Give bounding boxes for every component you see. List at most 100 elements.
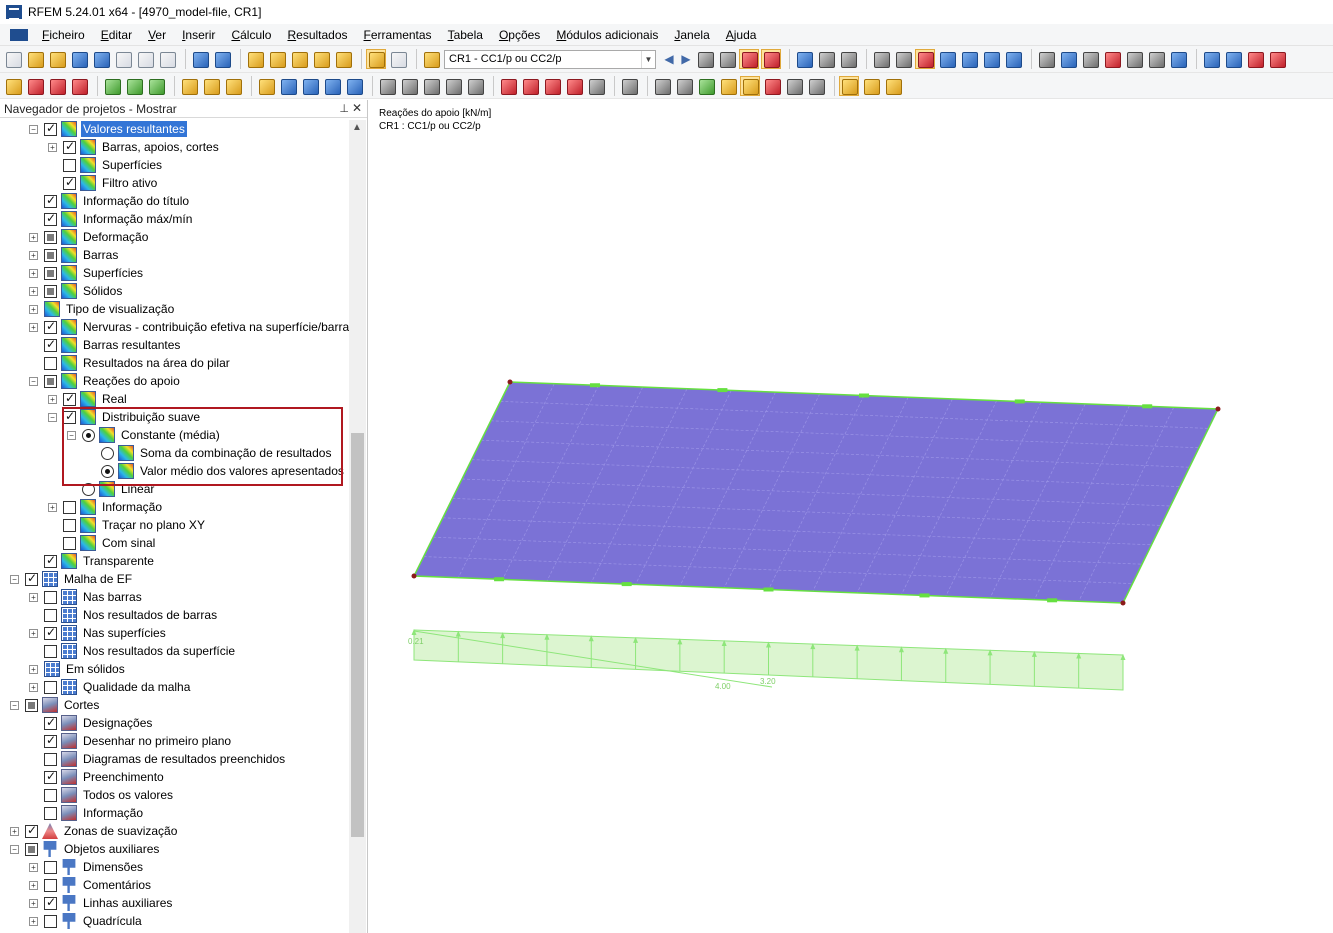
menu-janela[interactable]: Janela	[666, 28, 717, 42]
navigator-item[interactable]: + Qualidade da malha	[29, 678, 192, 696]
mesh-view-icon[interactable]	[872, 50, 890, 68]
table-icon[interactable]	[389, 50, 407, 68]
navigator-item[interactable]: Linear	[67, 480, 156, 498]
print-icon[interactable]	[114, 50, 132, 68]
checkbox[interactable]	[44, 644, 57, 658]
navigator-item[interactable]: Filtro ativo	[48, 174, 159, 192]
view-3d-icon[interactable]	[378, 77, 396, 95]
checkbox[interactable]	[25, 571, 38, 586]
navigator-item[interactable]: − Objetos auxiliares	[10, 840, 161, 858]
checkbox[interactable]	[44, 733, 57, 748]
print-pdf-icon[interactable]	[1268, 50, 1286, 68]
cross-icon[interactable]	[1103, 50, 1121, 68]
load-node-icon[interactable]	[103, 77, 121, 95]
menu-resultados[interactable]: Resultados	[279, 28, 355, 42]
scroll-up-icon[interactable]: ▲	[352, 122, 362, 133]
insert-support-icon[interactable]	[70, 77, 88, 95]
expand-icon[interactable]: +	[48, 502, 57, 512]
move-icon[interactable]	[257, 77, 275, 95]
radio-button[interactable]	[82, 482, 95, 496]
checkbox[interactable]	[44, 211, 57, 226]
checkbox[interactable]	[44, 860, 57, 874]
new-window-icon[interactable]	[334, 50, 352, 68]
insert-member-icon[interactable]	[48, 77, 66, 95]
expand-icon[interactable]: +	[29, 916, 38, 926]
navigator-scrollbar[interactable]: ▲	[349, 120, 366, 933]
navigator-item[interactable]: Soma da combinação de resultados	[86, 444, 333, 462]
expand-icon[interactable]: +	[29, 286, 38, 296]
navigator-item[interactable]: Designações	[29, 714, 154, 732]
pdf-icon[interactable]	[1246, 50, 1264, 68]
open-file-icon[interactable]	[26, 50, 44, 68]
zoom-window-icon[interactable]	[268, 50, 286, 68]
mirror-icon[interactable]	[323, 77, 341, 95]
checkbox[interactable]	[44, 356, 57, 370]
view-z-icon[interactable]	[444, 77, 462, 95]
navigator-item[interactable]: + Superfícies	[29, 264, 145, 282]
panel-toggle-icon[interactable]	[839, 75, 859, 96]
max-min-icon[interactable]	[718, 50, 736, 68]
insert-line-icon[interactable]	[26, 77, 44, 95]
checkbox[interactable]	[63, 391, 76, 406]
view-x-icon[interactable]	[400, 77, 418, 95]
scrollbar-thumb[interactable]	[351, 433, 364, 837]
navigator-item[interactable]: Barras resultantes	[29, 336, 182, 354]
navigator-item[interactable]: + Nas superfícies	[29, 624, 168, 642]
navigator-item[interactable]: + Sólidos	[29, 282, 124, 300]
expand-icon[interactable]: +	[29, 862, 38, 872]
result-render-icon[interactable]	[740, 75, 760, 96]
expand-icon[interactable]: +	[29, 664, 38, 674]
surface-view-icon[interactable]	[960, 50, 978, 68]
radio-button[interactable]	[101, 464, 114, 478]
navigator-item[interactable]: Todos os valores	[29, 786, 175, 804]
expand-icon[interactable]: +	[29, 322, 38, 332]
navigator-item[interactable]: + Nas barras	[29, 588, 144, 606]
navigator-item[interactable]: Nos resultados da superfície	[29, 642, 237, 660]
navigator-item[interactable]: Preenchimento	[29, 768, 166, 786]
navigator-item[interactable]: Resultados na área do pilar	[29, 354, 232, 372]
menu-ferramentas[interactable]: Ferramentas	[356, 28, 440, 42]
axis-x-icon[interactable]	[499, 77, 517, 95]
expand-icon[interactable]: +	[48, 394, 57, 404]
radio-button[interactable]	[82, 428, 95, 442]
save-icon[interactable]	[92, 50, 110, 68]
navigator-item[interactable]: Desenhar no primeiro plano	[29, 732, 233, 750]
checkbox[interactable]	[44, 553, 57, 568]
undo-icon[interactable]	[191, 50, 209, 68]
navigator-item[interactable]: + Linhas auxiliares	[29, 894, 174, 912]
navigator-item[interactable]: + Barras, apoios, cortes	[48, 138, 221, 156]
navigator-item[interactable]: Diagramas de resultados preenchidos	[29, 750, 287, 768]
checkbox[interactable]	[44, 337, 57, 352]
dimension-icon[interactable]	[180, 77, 198, 95]
comment-icon[interactable]	[202, 77, 220, 95]
navigator-item[interactable]: + Quadrícula	[29, 912, 144, 930]
surface-icon[interactable]	[1081, 50, 1099, 68]
load-surface-icon[interactable]	[147, 77, 165, 95]
floor-plate[interactable]	[411, 379, 1221, 606]
data-panel-icon[interactable]	[366, 49, 386, 69]
expand-icon[interactable]: +	[48, 142, 57, 152]
checkbox[interactable]	[44, 769, 57, 784]
menu-modulos-adicionais[interactable]: Módulos adicionais	[548, 28, 666, 42]
menu-ver[interactable]: Ver	[140, 28, 174, 42]
checkbox[interactable]	[44, 193, 57, 208]
navigator-item[interactable]: + Em sólidos	[29, 660, 127, 678]
settings-icon[interactable]	[1147, 50, 1165, 68]
pointer-icon[interactable]	[312, 50, 330, 68]
guide-line-icon[interactable]	[224, 77, 242, 95]
expand-icon[interactable]: +	[29, 268, 38, 278]
navigator-item[interactable]: Informação do título	[29, 192, 191, 210]
navigator-item[interactable]: Nos resultados de barras	[29, 606, 219, 624]
checkbox[interactable]	[44, 878, 57, 892]
solid-view-icon[interactable]	[982, 50, 1000, 68]
axis-y-icon[interactable]	[521, 77, 539, 95]
navigator-item[interactable]: + Dimensões	[29, 858, 145, 876]
display-icon[interactable]	[1004, 50, 1022, 68]
axis-xz-icon[interactable]	[565, 77, 583, 95]
checkbox[interactable]	[25, 698, 38, 712]
find-icon[interactable]	[290, 50, 308, 68]
collapse-icon[interactable]: −	[29, 376, 38, 386]
navigator-item[interactable]: + Informação	[48, 498, 164, 516]
checkbox[interactable]	[44, 230, 57, 244]
navigator-item[interactable]: + Tipo de visualização	[29, 300, 176, 318]
